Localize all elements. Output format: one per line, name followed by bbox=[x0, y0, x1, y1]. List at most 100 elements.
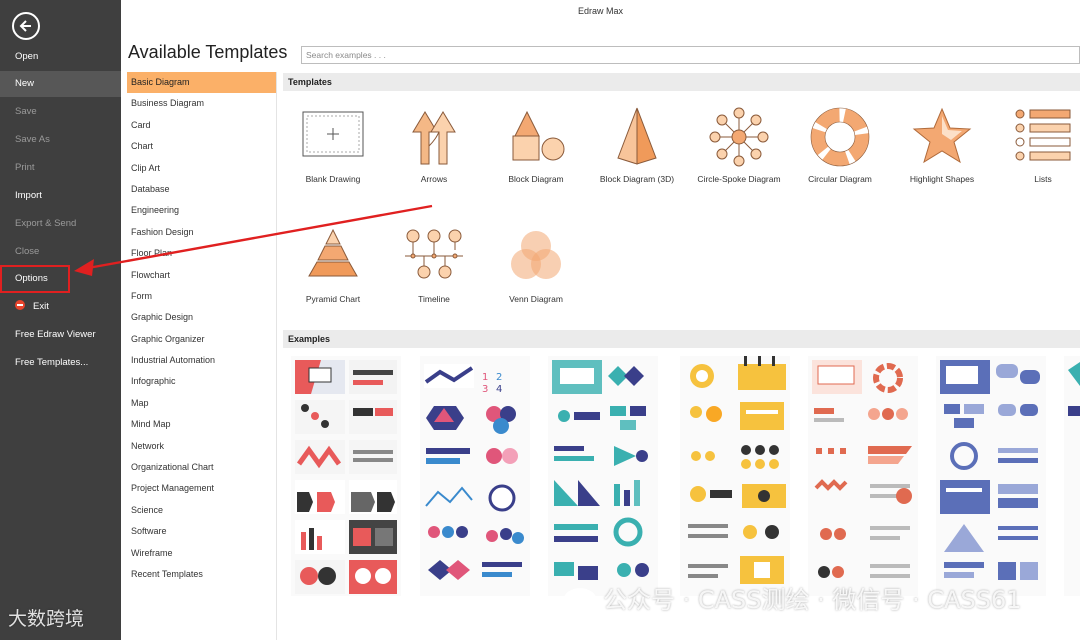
category-fashion-design[interactable]: Fashion Design bbox=[127, 222, 276, 243]
category-database[interactable]: Database bbox=[127, 179, 276, 200]
example-thumbnail-partial[interactable] bbox=[1064, 356, 1080, 596]
category-floor-plan[interactable]: Floor Plan bbox=[127, 243, 276, 264]
template-highlight-shapes[interactable]: Highlight Shapes bbox=[892, 106, 992, 185]
sidebar-item-label: Open bbox=[15, 51, 39, 62]
category-project-management[interactable]: Project Management bbox=[127, 478, 276, 499]
sidebar-item-label: Free Edraw Viewer bbox=[15, 329, 96, 340]
template-label: Circular Diagram bbox=[808, 174, 872, 184]
template-lists[interactable]: Lists bbox=[993, 106, 1080, 185]
template-blank-drawing[interactable]: Blank Drawing bbox=[283, 106, 383, 185]
circular-diagram-icon bbox=[805, 106, 875, 168]
sidebar-item-exit[interactable]: Exit bbox=[0, 294, 121, 320]
category-basic-diagram[interactable]: Basic Diagram bbox=[127, 72, 276, 94]
template-label: Arrows bbox=[420, 174, 448, 184]
category-mind-map[interactable]: Mind Map bbox=[127, 414, 276, 435]
sidebar-item-print[interactable]: Print bbox=[0, 155, 121, 181]
sidebar-item-label: Save bbox=[15, 106, 37, 117]
example-thumbnail[interactable] bbox=[548, 356, 658, 596]
templates-header: Templates bbox=[283, 73, 1080, 91]
template-circular-diagram[interactable]: Circular Diagram bbox=[790, 106, 890, 185]
examples-header: Examples bbox=[283, 330, 1080, 348]
template-arrows[interactable]: Arrows bbox=[384, 106, 484, 185]
template-block-diagram[interactable]: Block Diagram bbox=[486, 106, 586, 185]
template-label: Highlight Shapes bbox=[909, 174, 975, 184]
back-button[interactable] bbox=[12, 12, 40, 40]
category-graphic-organizer[interactable]: Graphic Organizer bbox=[127, 329, 276, 350]
sidebar-item-free-templates[interactable]: Free Templates... bbox=[0, 350, 121, 376]
category-recent-templates[interactable]: Recent Templates bbox=[127, 564, 276, 585]
example-thumbnail[interactable] bbox=[808, 356, 918, 596]
block-diagram-icon bbox=[501, 106, 571, 168]
search-input[interactable] bbox=[301, 46, 1080, 64]
category-clip-art[interactable]: Clip Art bbox=[127, 158, 276, 179]
category-software[interactable]: Software bbox=[127, 521, 276, 542]
backstage-sidebar: Open New Save Save As Print Import Expor… bbox=[0, 0, 121, 640]
category-science[interactable]: Science bbox=[127, 500, 276, 521]
svg-text:1: 1 bbox=[482, 372, 488, 383]
sidebar-item-save-as[interactable]: Save As bbox=[0, 127, 121, 153]
watermark-text: 公众号 · CASS测绘 · 微信号 · CASS61 bbox=[603, 586, 1022, 614]
template-label: Blank Drawing bbox=[305, 174, 361, 184]
sidebar-item-label: Free Templates... bbox=[15, 357, 89, 368]
template-label: Block Diagram bbox=[508, 174, 564, 184]
template-circle-spoke[interactable]: Circle-Spoke Diagram bbox=[689, 106, 789, 185]
category-chart[interactable]: Chart bbox=[127, 136, 276, 157]
sidebar-item-open[interactable]: Open bbox=[0, 44, 121, 70]
template-label: Circle-Spoke Diagram bbox=[697, 174, 781, 184]
category-network[interactable]: Network bbox=[127, 436, 276, 457]
template-pyramid-chart[interactable]: Pyramid Chart bbox=[283, 226, 383, 305]
sidebar-item-close[interactable]: Close bbox=[0, 239, 121, 265]
pyramid-icon bbox=[298, 226, 368, 288]
page-title: Available Templates bbox=[128, 42, 288, 62]
sidebar-item-label: Options bbox=[15, 273, 48, 284]
example-thumbnail[interactable] bbox=[291, 356, 401, 596]
blank-drawing-icon bbox=[298, 106, 368, 168]
back-arrow-icon bbox=[19, 20, 31, 32]
exit-icon bbox=[15, 300, 25, 310]
sidebar-item-new[interactable]: New bbox=[0, 71, 121, 97]
category-organizational-chart[interactable]: Organizational Chart bbox=[127, 457, 276, 478]
category-infographic[interactable]: Infographic bbox=[127, 371, 276, 392]
template-label: Timeline bbox=[418, 294, 450, 304]
category-graphic-design[interactable]: Graphic Design bbox=[127, 307, 276, 328]
category-form[interactable]: Form bbox=[127, 286, 276, 307]
svg-text:4: 4 bbox=[496, 384, 502, 395]
template-label: Venn Diagram bbox=[509, 294, 563, 304]
timeline-icon bbox=[399, 226, 469, 288]
category-map[interactable]: Map bbox=[127, 393, 276, 414]
sidebar-item-free-viewer[interactable]: Free Edraw Viewer bbox=[0, 322, 121, 348]
sidebar-item-label: Close bbox=[15, 246, 40, 257]
sidebar-item-label: Print bbox=[15, 162, 35, 173]
category-wireframe[interactable]: Wireframe bbox=[127, 543, 276, 564]
sidebar-item-label: Export & Send bbox=[15, 218, 77, 229]
example-thumbnail[interactable]: 12 34 bbox=[420, 356, 530, 596]
sidebar-item-save[interactable]: Save bbox=[0, 99, 121, 125]
category-flowchart[interactable]: Flowchart bbox=[127, 265, 276, 286]
sidebar-item-import[interactable]: Import bbox=[0, 183, 121, 209]
sidebar-item-export-send[interactable]: Export & Send bbox=[0, 211, 121, 237]
edraw-backstage: Open New Save Save As Print Import Expor… bbox=[0, 0, 1080, 640]
template-timeline[interactable]: Timeline bbox=[384, 226, 484, 305]
sidebar-item-label: Import bbox=[15, 190, 42, 201]
wechat-icon bbox=[563, 588, 597, 614]
sidebar-item-label: Save As bbox=[15, 134, 50, 145]
star-icon bbox=[907, 106, 977, 168]
example-thumbnail[interactable] bbox=[680, 356, 790, 596]
category-business-diagram[interactable]: Business Diagram bbox=[127, 93, 276, 114]
block-diagram-3d-icon bbox=[602, 106, 672, 168]
category-engineering[interactable]: Engineering bbox=[127, 200, 276, 221]
venn-icon bbox=[501, 226, 571, 288]
template-venn-diagram[interactable]: Venn Diagram bbox=[486, 226, 586, 305]
example-thumbnail[interactable] bbox=[936, 356, 1046, 596]
circle-spoke-icon bbox=[704, 106, 774, 168]
category-industrial-automation[interactable]: Industrial Automation bbox=[127, 350, 276, 371]
svg-text:3: 3 bbox=[482, 384, 488, 395]
sidebar-item-options[interactable]: Options bbox=[0, 265, 70, 293]
sidebar-item-label: New bbox=[15, 78, 35, 89]
category-card[interactable]: Card bbox=[127, 115, 276, 136]
window-title: Edraw Max bbox=[577, 6, 623, 16]
template-label: Block Diagram (3D) bbox=[599, 174, 675, 184]
template-block-diagram-3d[interactable]: Block Diagram (3D) bbox=[587, 106, 687, 185]
arrows-icon bbox=[399, 106, 469, 168]
lists-icon bbox=[1008, 106, 1078, 168]
